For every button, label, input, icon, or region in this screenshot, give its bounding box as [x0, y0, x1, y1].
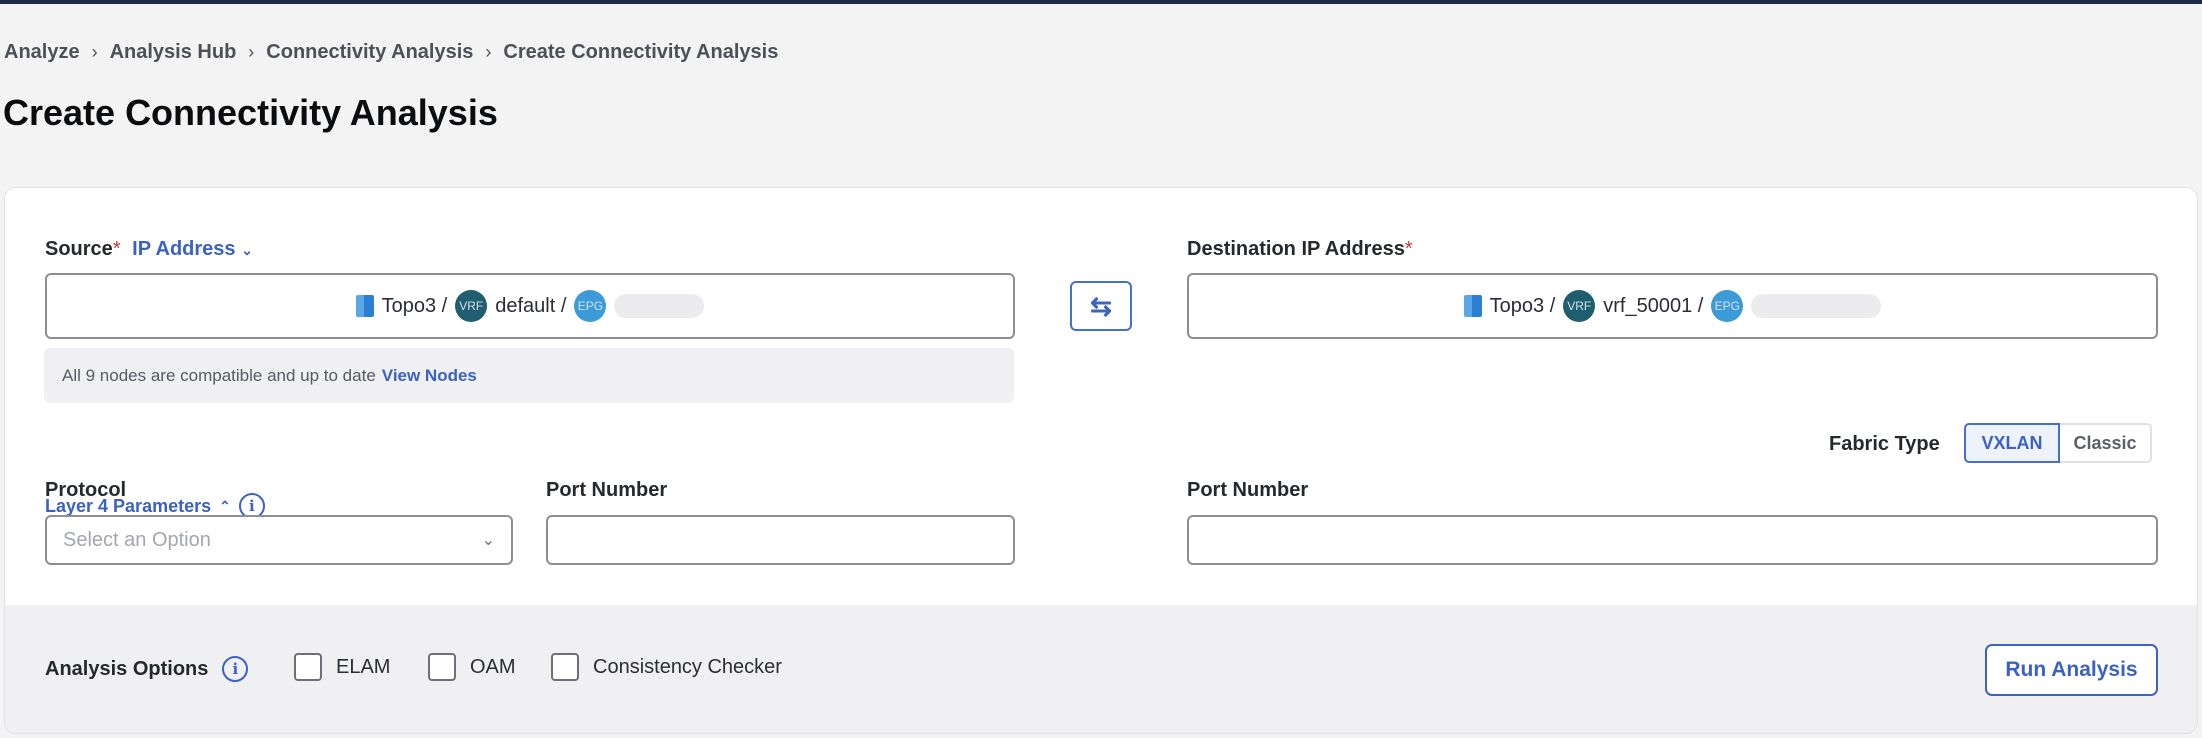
chevron-right-icon: ›: [248, 42, 255, 62]
fabric-option-classic[interactable]: Classic: [2060, 423, 2152, 463]
fabric-type-toggle: VXLAN Classic: [1964, 423, 2152, 463]
breadcrumb-analysis-hub[interactable]: Analysis Hub: [110, 41, 237, 64]
source-port-label: Port Number: [546, 479, 668, 501]
checkbox-consistency-checker[interactable]: Consistency Checker: [551, 653, 782, 681]
analysis-options-bar: Analysis Options i ELAM OAM Consistency …: [5, 605, 2197, 733]
source-type-value: IP Address: [132, 238, 236, 260]
checkbox-label: OAM: [470, 655, 516, 678]
analysis-form-card: Source* IP Address ⌄ Topo3 / VRF default …: [4, 187, 2198, 734]
vrf-icon: VRF: [1563, 290, 1596, 322]
destination-vrf: vrf_50001 /: [1603, 294, 1704, 317]
checkbox-elam[interactable]: ELAM: [294, 653, 390, 681]
destination-ip-field[interactable]: Topo3 / VRF vrf_50001 / EPG: [1187, 273, 2158, 339]
analysis-options: Analysis Options i: [45, 656, 249, 682]
breadcrumb-connectivity-analysis[interactable]: Connectivity Analysis: [266, 41, 473, 64]
source-topo: Topo3 /: [381, 294, 448, 317]
breadcrumb-analyze[interactable]: Analyze: [4, 41, 80, 64]
page-title: Create Connectivity Analysis: [3, 92, 498, 133]
source-type-dropdown[interactable]: IP Address ⌄: [132, 238, 253, 260]
protocol-label: Protocol: [45, 479, 127, 501]
node-compatibility-notice: All 9 nodes are compatible and up to dat…: [44, 348, 1014, 403]
epg-icon: EPG: [1711, 290, 1744, 322]
redacted-ip: [614, 294, 705, 318]
analysis-options-label: Analysis Options: [45, 657, 209, 680]
run-analysis-button[interactable]: Run Analysis: [1985, 644, 2158, 696]
protocol-placeholder: Select an Option: [63, 528, 211, 551]
source-port-input[interactable]: [546, 515, 1015, 565]
chevron-down-icon: ⌄: [241, 242, 253, 258]
checkbox-label: Consistency Checker: [593, 655, 782, 678]
swap-source-destination-button[interactable]: ⇆: [1070, 281, 1132, 331]
chevron-right-icon: ›: [485, 42, 492, 62]
redacted-ip: [1751, 294, 1882, 318]
source-label-text: Source: [45, 238, 113, 260]
destination-port-input[interactable]: [1187, 515, 2158, 565]
source-ip-field[interactable]: Topo3 / VRF default / EPG: [45, 273, 1015, 339]
checkbox-oam[interactable]: OAM: [428, 653, 516, 681]
chevron-right-icon: ›: [91, 42, 98, 62]
source-label: Source* IP Address ⌄: [45, 238, 253, 261]
checkbox[interactable]: [428, 653, 456, 681]
protocol-select[interactable]: Select an Option ⌄: [45, 515, 513, 565]
destination-port-label: Port Number: [1187, 479, 1309, 501]
swap-arrows-icon: ⇆: [1090, 290, 1112, 321]
required-asterisk: *: [112, 238, 121, 260]
chevron-down-icon: ⌄: [481, 532, 495, 549]
info-icon[interactable]: i: [222, 656, 249, 682]
destination-label: Destination IP Address*: [1187, 238, 1413, 261]
view-nodes-link[interactable]: View Nodes: [382, 366, 477, 386]
fabric-option-vxlan[interactable]: VXLAN: [1964, 423, 2060, 463]
breadcrumb: Analyze › Analysis Hub › Connectivity Anal…: [4, 41, 778, 64]
topology-icon: [1463, 295, 1482, 317]
destination-topo: Topo3 /: [1489, 294, 1556, 317]
top-bar: [0, 0, 2202, 4]
checkbox[interactable]: [551, 653, 579, 681]
checkbox[interactable]: [294, 653, 322, 681]
destination-label-text: Destination IP Address: [1187, 238, 1405, 260]
fabric-type-label: Fabric Type: [1829, 433, 1940, 455]
chevron-up-icon: ⌃: [219, 497, 231, 514]
breadcrumb-current: Create Connectivity Analysis: [503, 41, 779, 63]
required-asterisk: *: [1404, 238, 1413, 260]
checkbox-label: ELAM: [336, 655, 391, 678]
epg-icon: EPG: [574, 290, 607, 322]
vrf-icon: VRF: [455, 290, 488, 322]
topology-icon: [355, 295, 374, 317]
notice-text: All 9 nodes are compatible and up to dat…: [62, 365, 376, 385]
source-vrf: default /: [495, 294, 567, 317]
